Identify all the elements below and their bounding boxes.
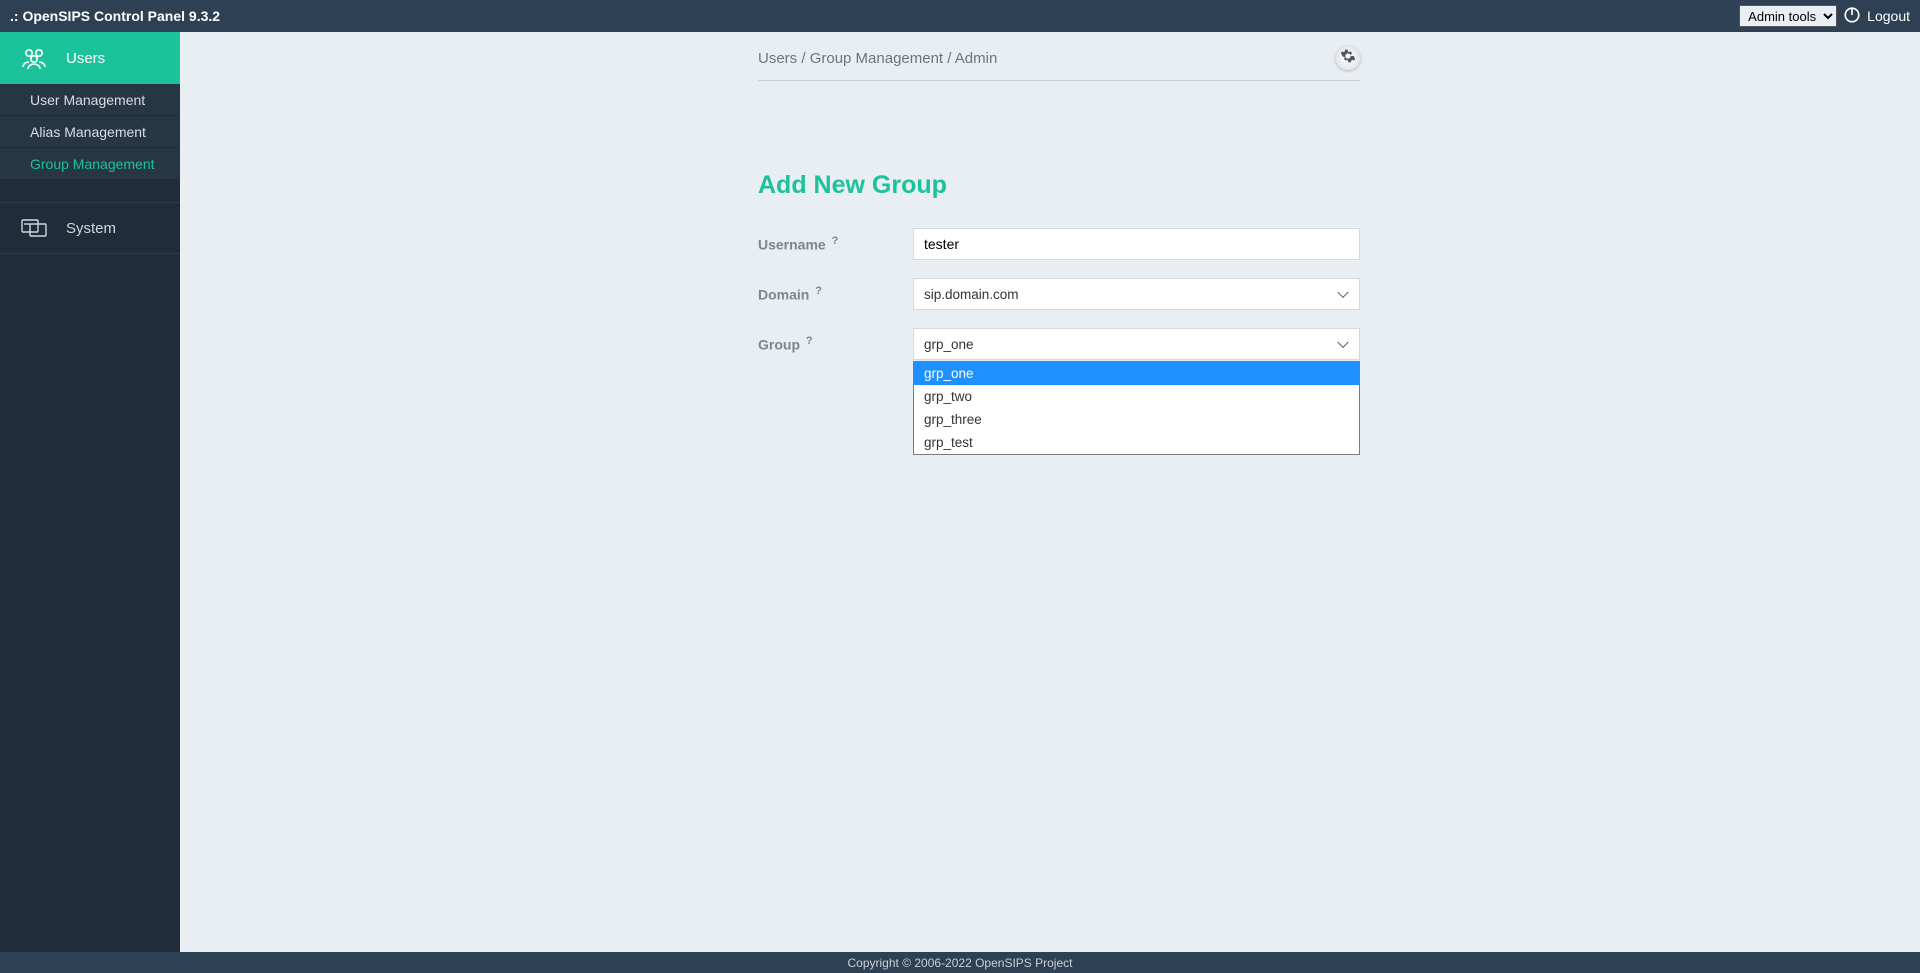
domain-selected-value: sip.domain.com [924,287,1019,302]
sidebar-subitem-label: Group Management [30,156,155,172]
sidebar-subitem-user-management[interactable]: User Management [0,84,180,116]
footer-text: Copyright © 2006-2022 OpenSIPS Project [848,956,1073,970]
group-option[interactable]: grp_one [914,362,1359,385]
logout-link[interactable]: Logout [1843,6,1910,27]
help-icon[interactable]: ? [832,235,839,247]
group-option[interactable]: grp_three [914,408,1359,431]
sidebar-item-label: Users [66,50,105,67]
form-row-domain: Domain ? sip.domain.com [758,278,1360,310]
users-icon [20,46,48,70]
help-icon[interactable]: ? [815,285,822,297]
settings-button[interactable] [1336,46,1360,70]
group-label: Group ? [758,335,913,353]
group-dropdown: grp_one grp_two grp_three grp_test [913,361,1360,455]
breadcrumb-row: Users / Group Management / Admin [758,46,1360,81]
topbar: .: OpenSIPS Control Panel 9.3.2 Admin to… [0,0,1920,32]
help-icon[interactable]: ? [806,335,813,347]
gear-icon [1340,48,1356,69]
sidebar: Users User Management Alias Management G… [0,32,180,952]
breadcrumb: Users / Group Management / Admin [758,50,1336,67]
sidebar-subitem-label: User Management [30,92,145,108]
domain-label: Domain ? [758,285,913,303]
sidebar-item-label: System [66,220,116,237]
username-input[interactable] [913,228,1360,260]
form-row-group: Group ? grp_one grp_one grp_two grp_thre… [758,328,1360,360]
breadcrumb-part-users[interactable]: Users [758,50,797,67]
breadcrumb-part-group-management[interactable]: Group Management [810,50,943,67]
group-select[interactable]: grp_one [913,328,1360,360]
sidebar-item-users[interactable]: Users [0,32,180,84]
group-option[interactable]: grp_two [914,385,1359,408]
logout-label: Logout [1867,8,1910,24]
sidebar-subitem-group-management[interactable]: Group Management [0,148,180,180]
admin-tools-select[interactable]: Admin tools [1739,5,1837,27]
sidebar-subitem-label: Alias Management [30,124,146,140]
group-option[interactable]: grp_test [914,431,1359,454]
domain-select[interactable]: sip.domain.com [913,278,1360,310]
form-row-username: Username ? [758,228,1360,260]
system-icon [20,218,48,238]
breadcrumb-part-admin: Admin [955,50,998,67]
content-area: Users / Group Management / Admin Add New… [180,32,1920,952]
sidebar-item-system[interactable]: System [0,202,180,254]
username-label: Username ? [758,235,913,253]
group-selected-value: grp_one [924,337,974,352]
app-title: .: OpenSIPS Control Panel 9.3.2 [10,8,220,24]
sidebar-subitem-alias-management[interactable]: Alias Management [0,116,180,148]
power-icon [1843,6,1861,27]
page-title: Add New Group [758,171,1360,200]
footer: Copyright © 2006-2022 OpenSIPS Project [0,952,1920,973]
